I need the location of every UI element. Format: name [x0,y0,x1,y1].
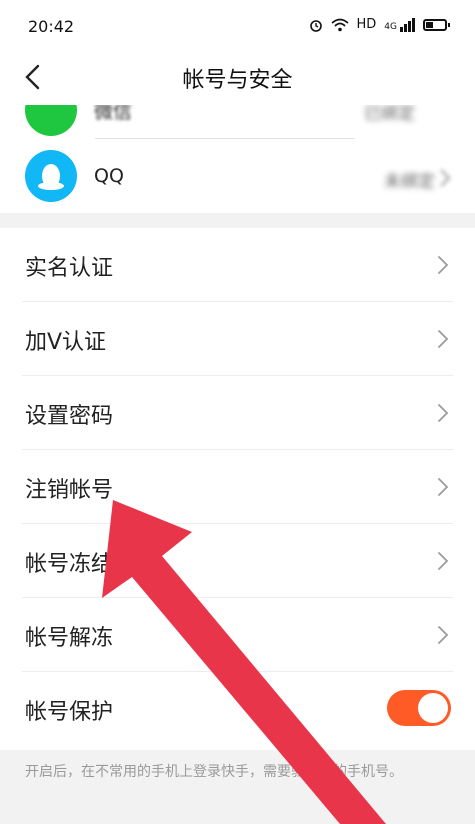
page-title: 帐号与安全 [182,68,293,93]
wechat-icon [25,105,77,136]
menu-item-label: 帐号冻结 [25,552,114,577]
menu-item-real-name-verification[interactable]: 实名认证 [0,228,475,302]
social-accounts-section: 微信 已绑定 QQ 未绑定 [0,105,475,213]
wifi-icon [330,18,349,31]
social-account-qq[interactable]: QQ 未绑定 [0,141,475,213]
menu-item-set-password[interactable]: 设置密码 [0,376,475,450]
menu-item-label: 注销帐号 [25,478,114,503]
chevron-right-icon [438,478,449,496]
menu-item-label: 帐号解冻 [25,626,114,651]
signal-icon: 4G [384,17,415,32]
security-menu: 实名认证 加V认证 设置密码 注销帐号 帐号冻结 帐号解冻 帐号保护 [0,228,475,750]
qq-penguin-icon [25,150,77,202]
section-gap [0,213,475,228]
chevron-right-icon [438,626,449,644]
chevron-right-icon [440,169,451,187]
menu-item-v-verification[interactable]: 加V认证 [0,302,475,376]
status-icons: HD 4G [309,17,450,32]
menu-item-freeze-account[interactable]: 帐号冻结 [0,524,475,598]
toggle-knob [418,693,448,723]
social-account-value: 未绑定 [384,172,435,192]
menu-item-account-protection: 帐号保护 [0,672,475,746]
chevron-right-icon [438,256,449,274]
battery-icon [423,18,450,31]
network-label: HD [356,17,377,32]
divider [95,138,355,139]
signal-label: 4G [384,21,397,32]
menu-item-label: 设置密码 [25,404,114,429]
status-bar: 20:42 HD 4G [0,0,475,50]
chevron-right-icon [438,330,449,348]
account-protection-toggle[interactable] [387,690,451,726]
chevron-right-icon [438,552,449,570]
chevron-right-icon [438,404,449,422]
social-account-value: 已绑定 [364,105,415,124]
menu-item-unfreeze-account[interactable]: 帐号解冻 [0,598,475,672]
alarm-icon [309,19,322,32]
account-protection-note: 开启后，在不常用的手机上登录快手，需要验证你的手机号。 [25,764,403,780]
status-time: 20:42 [28,17,75,36]
nav-bar: 帐号与安全 [0,50,475,105]
menu-item-label: 帐号保护 [25,700,114,725]
social-account-name: QQ [94,165,124,187]
menu-item-label: 实名认证 [25,256,114,281]
menu-item-delete-account[interactable]: 注销帐号 [0,450,475,524]
menu-item-label: 加V认证 [25,330,107,355]
social-account-name: 微信 [94,105,133,123]
